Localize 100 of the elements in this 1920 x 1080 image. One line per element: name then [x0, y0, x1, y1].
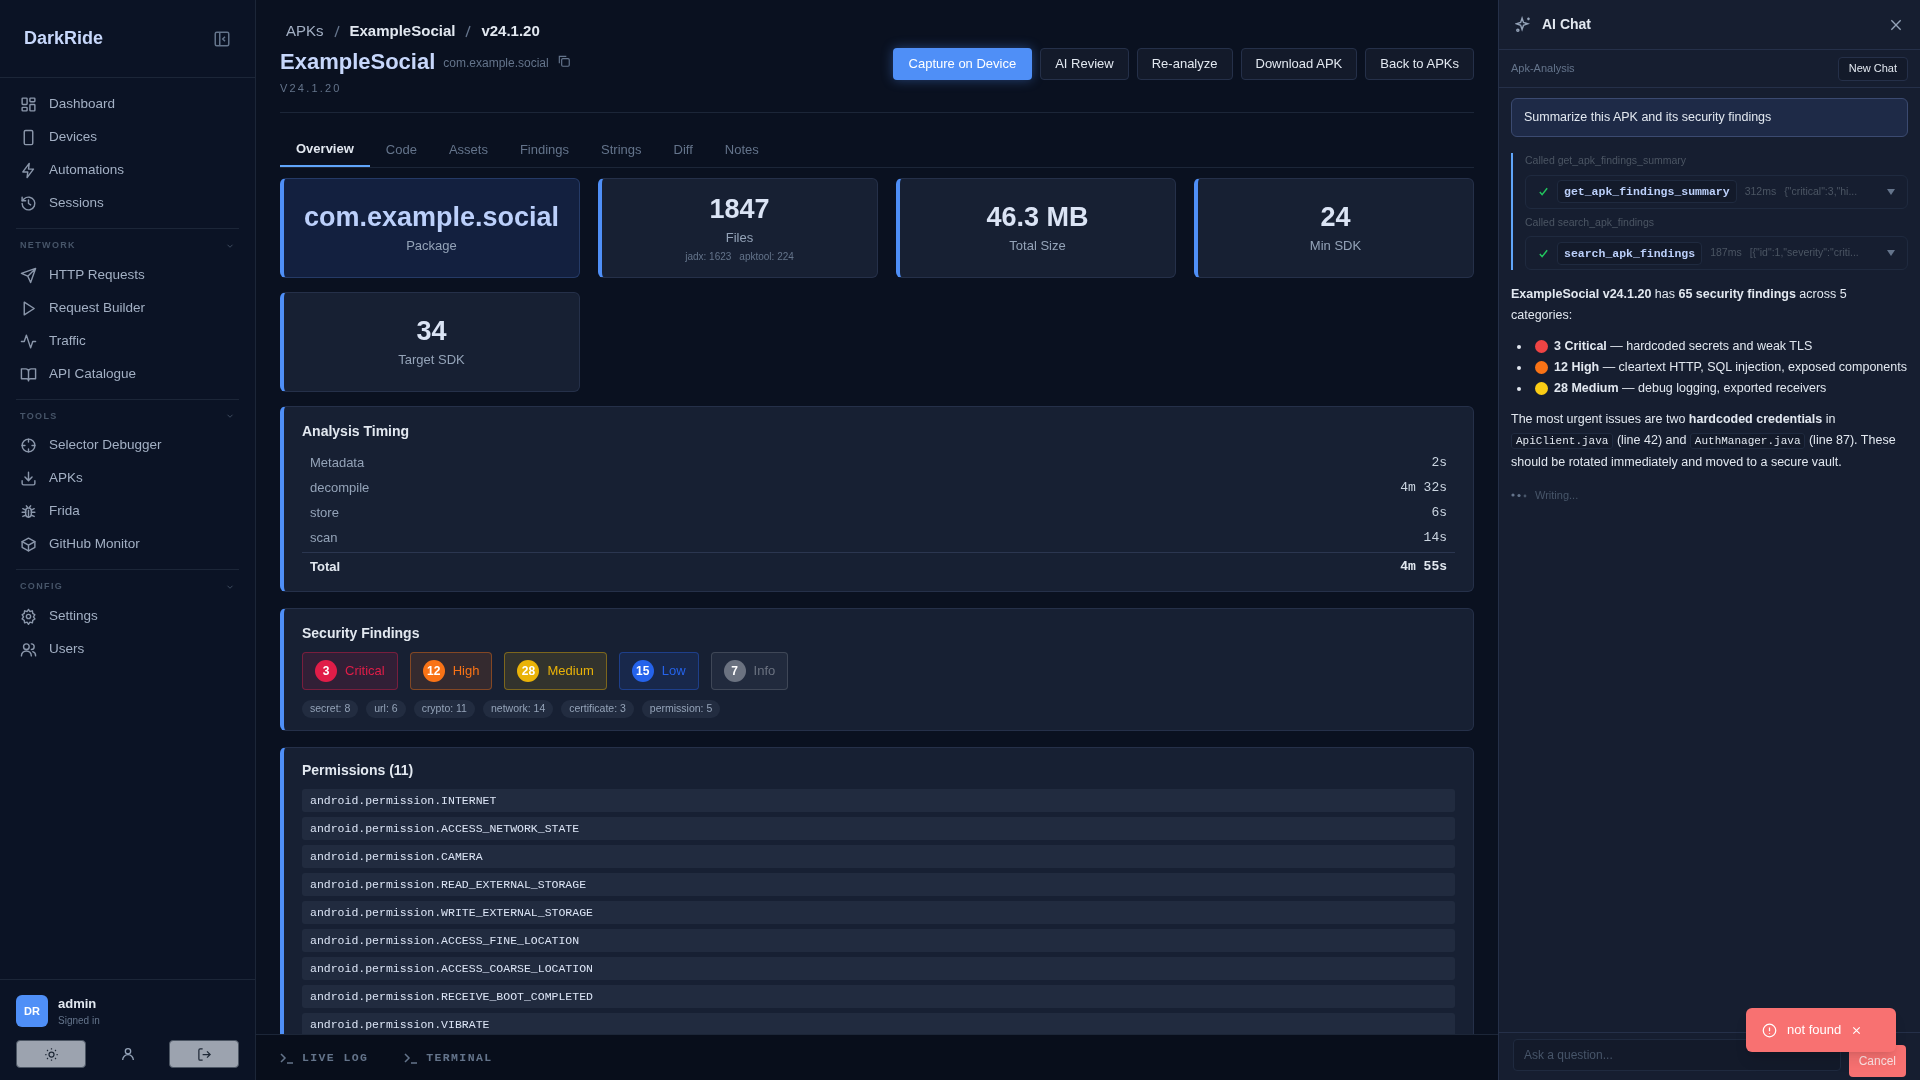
stat-label: Total Size — [1009, 237, 1066, 256]
profile-icon[interactable] — [119, 1046, 136, 1062]
download-icon — [20, 470, 37, 487]
breadcrumb-link[interactable]: APKs — [286, 20, 324, 43]
severity-badge[interactable]: 7 Info — [710, 652, 789, 690]
nav-item[interactable]: Users — [16, 632, 239, 666]
card-title: Permissions (11) — [302, 761, 415, 780]
user-avatar: DR — [16, 994, 48, 1027]
section-label: NETWORK — [20, 239, 76, 252]
stat-label: Files — [725, 228, 754, 247]
theme-toggle-button[interactable] — [16, 1040, 86, 1068]
permission-name: android.permission.CAMERA — [310, 848, 483, 865]
stat-label: Target SDK — [398, 351, 465, 370]
action-button[interactable]: Back to APKs — [1365, 48, 1474, 80]
package-name: com.example.social — [443, 55, 549, 72]
severity-label: Low — [661, 662, 686, 681]
list-item-text: 3 Critical — hardcoded secrets and weak TLS — [1554, 338, 1813, 356]
copy-icon[interactable] — [556, 54, 571, 68]
terminal-icon — [280, 1051, 294, 1064]
timing-value: 14s — [1423, 528, 1447, 547]
panel-tab[interactable]: LIVE LOG — [280, 1048, 369, 1067]
severity-badge[interactable]: 15 Low — [618, 652, 699, 690]
collapse-sidebar-icon[interactable] — [213, 29, 231, 48]
lightning-icon — [20, 162, 37, 179]
cube-icon — [20, 536, 37, 553]
nav-item[interactable]: Selector Debugger — [16, 429, 239, 462]
expand-caret-icon — [1887, 188, 1895, 195]
timing-label: Metadata — [310, 453, 365, 472]
action-button[interactable]: Re-analyze — [1136, 48, 1233, 80]
logout-button[interactable] — [169, 1040, 239, 1068]
stat-label: Min SDK — [1309, 237, 1362, 256]
nav-item[interactable]: Automations — [16, 154, 239, 187]
permission-name: android.permission.WRITE_EXTERNAL_STORAGE — [310, 904, 593, 921]
permission-name: android.permission.ACCESS_FINE_LOCATION — [310, 932, 580, 949]
nav-item[interactable]: APKs — [16, 462, 239, 495]
permission-name: android.permission.ACCESS_NETWORK_STATE — [310, 820, 580, 837]
breadcrumb-link[interactable]: v24.1.20 — [481, 20, 540, 43]
timing-value: 2s — [1431, 453, 1447, 472]
version-label: V24.1.20 — [280, 80, 343, 96]
tab[interactable]: Findings — [503, 133, 586, 167]
timing-value: 6s — [1431, 503, 1447, 522]
nav-item[interactable]: Frida — [16, 495, 239, 528]
tab[interactable]: Assets — [432, 133, 504, 167]
bug-icon — [20, 503, 37, 520]
nav-item[interactable]: Settings — [16, 599, 239, 633]
category-tag: network: 14 — [482, 700, 554, 718]
nav-item[interactable]: API Catalogue — [16, 357, 239, 391]
stat-value: 46.3 MB — [986, 201, 1089, 235]
timing-value: 4m 32s — [1400, 478, 1447, 497]
severity-label: High — [452, 662, 480, 681]
user-name: admin — [58, 994, 98, 1013]
logout-icon — [196, 1046, 212, 1062]
expand-caret-icon — [1887, 250, 1895, 257]
chat-context: Apk-Analysis — [1511, 61, 1575, 77]
action-button[interactable]: Download APK — [1240, 48, 1358, 80]
nav-item[interactable]: Sessions — [16, 187, 239, 220]
user-message: Summarize this APK and its security findings — [1511, 98, 1908, 137]
permission-name: android.permission.INTERNET — [310, 792, 497, 809]
timing-label: store — [310, 503, 339, 522]
tab[interactable]: Strings — [585, 133, 658, 167]
nav-item[interactable]: Devices — [16, 121, 239, 154]
stat-value: 1847 — [709, 192, 770, 226]
page-title: ExampleSocial — [280, 47, 436, 76]
tab[interactable]: Overview — [280, 133, 370, 167]
severity-label: Critical — [345, 662, 385, 681]
panel-tab[interactable]: TERMINAL — [404, 1048, 493, 1067]
breadcrumb-link[interactable]: ExampleSocial — [349, 20, 456, 43]
category-tag: secret: 8 — [302, 700, 359, 718]
nav-item[interactable]: Dashboard — [16, 88, 239, 121]
section-label: CONFIG — [20, 580, 64, 593]
timing-label: scan — [310, 528, 338, 547]
writing-status: Writing... — [1535, 488, 1579, 504]
severity-badge[interactable]: 3 Critical — [302, 652, 398, 690]
tab[interactable]: Code — [369, 133, 433, 167]
new-chat-button[interactable]: New Chat — [1837, 56, 1908, 81]
tool-name: get_apk_findings_summary — [1557, 179, 1737, 204]
section-label: TOOLS — [20, 409, 58, 423]
list-item-text: 28 Medium — debug logging, exported receivers — [1554, 380, 1827, 398]
permission-name: android.permission.RECEIVE_BOOT_COMPLETED — [310, 988, 593, 1005]
user-status: Signed in — [58, 1014, 100, 1028]
severity-label: Medium — [547, 662, 594, 681]
severity-badge[interactable]: 28 Medium — [504, 652, 607, 690]
users-icon — [20, 640, 37, 658]
timing-label: Total — [310, 558, 341, 577]
severity-badge[interactable]: 12 High — [409, 652, 493, 690]
toast-message: not found — [1787, 1021, 1842, 1040]
tab[interactable]: Notes — [708, 133, 775, 167]
nav-item[interactable]: GitHub Monitor — [16, 528, 239, 561]
nav-item[interactable]: Request Builder — [16, 291, 239, 325]
permission-name: android.permission.ACCESS_COARSE_LOCATION — [310, 960, 593, 977]
brand-logo: DarkRide — [24, 27, 104, 50]
nav-item[interactable]: Traffic — [16, 324, 239, 358]
category-tag: certificate: 3 — [561, 700, 634, 718]
action-button[interactable]: AI Review — [1040, 48, 1129, 80]
nav-item[interactable]: HTTP Requests — [16, 258, 239, 292]
tab[interactable]: Diff — [657, 133, 709, 167]
severity-label: Info — [753, 662, 776, 681]
stat-value: 34 — [416, 315, 447, 349]
typing-dots-icon — [1511, 492, 1529, 499]
history-icon — [20, 195, 37, 212]
